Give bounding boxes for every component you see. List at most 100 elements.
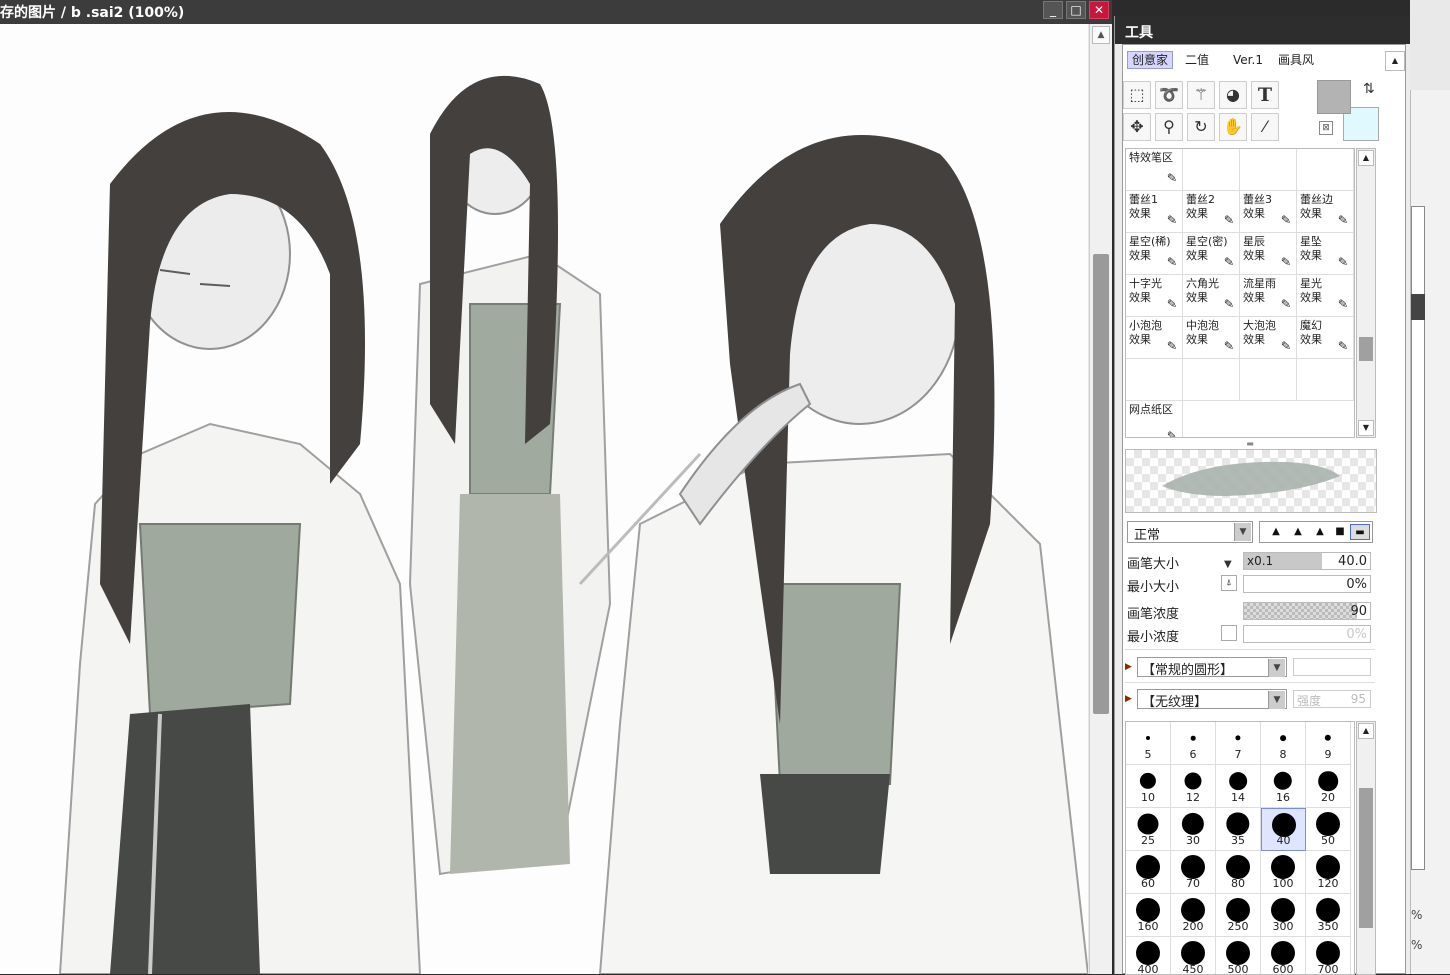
brush-size-option[interactable]: 60 [1126, 851, 1171, 894]
brush-size-option[interactable]: 35 [1216, 808, 1261, 851]
canvas-vertical-scrollbar[interactable]: ▲ [1089, 24, 1112, 974]
shape-tool-icon[interactable]: ◕ [1219, 81, 1247, 109]
scroll-down-icon[interactable]: ▼ [1358, 420, 1374, 436]
brush-grid-scrollbar[interactable]: ▲ ▼ [1356, 148, 1376, 438]
brush-size-option[interactable]: 12 [1171, 765, 1216, 808]
brush-size-option[interactable]: 25 [1126, 808, 1171, 851]
brush-shape-strength[interactable] [1293, 658, 1371, 676]
scroll-up-icon[interactable]: ▲ [1358, 723, 1374, 739]
brush-size-option[interactable]: 10 [1126, 765, 1171, 808]
tab-creative[interactable]: 创意家 [1127, 51, 1173, 69]
brush-size-option[interactable]: 9 [1306, 722, 1351, 765]
brush-item[interactable]: 大泡泡 效果 ✎ [1240, 317, 1297, 359]
expand-shape-icon[interactable]: ▶ [1125, 662, 1132, 672]
tip-shape-sharp-icon[interactable]: ▲ [1266, 524, 1286, 540]
brush-size-option[interactable]: 16 [1261, 765, 1306, 808]
effects-section-cell[interactable]: 特效笔区 ✎ [1126, 149, 1183, 191]
brush-size-option[interactable]: 350 [1306, 894, 1351, 937]
brush-size-option[interactable]: 14 [1216, 765, 1261, 808]
primary-color-swatch[interactable] [1317, 80, 1351, 114]
rotate-tool-icon[interactable]: ↻ [1187, 113, 1215, 141]
brush-item[interactable]: 小泡泡 效果 ✎ [1126, 317, 1183, 359]
close-button[interactable]: ✕ [1089, 1, 1109, 19]
magic-wand-tool-icon[interactable]: ⚚ [1187, 81, 1215, 109]
scroll-up-icon[interactable]: ▲ [1092, 26, 1110, 44]
tip-shape-round-icon[interactable]: ▲ [1288, 524, 1308, 540]
brush-texture-combo[interactable]: 【无纹理】 ▼ [1137, 689, 1287, 710]
brush-item[interactable]: 蕾丝边 效果 ✎ [1297, 191, 1354, 233]
tab-binary[interactable]: 二值 [1177, 51, 1217, 69]
brush-size-scale-dropdown-icon[interactable]: ▼ [1224, 559, 1232, 570]
brush-size-option[interactable]: 30 [1171, 808, 1216, 851]
brush-shape-combo[interactable]: 【常规的圆形】 ▼ [1137, 657, 1287, 678]
brush-size-option[interactable]: 80 [1216, 851, 1261, 894]
brush-size-option[interactable]: 200 [1171, 894, 1216, 937]
brush-size-option[interactable]: 8 [1261, 722, 1306, 765]
brush-size-option[interactable]: 40 [1261, 808, 1306, 851]
panel-splitter[interactable]: ▬ [1125, 440, 1375, 449]
brush-item[interactable]: 六角光 效果 ✎ [1183, 275, 1240, 317]
brush-size-option[interactable]: 70 [1171, 851, 1216, 894]
brush-size-option[interactable]: 50 [1306, 808, 1351, 851]
brush-item[interactable]: 星空(稀) 效果 ✎ [1126, 233, 1183, 275]
tab-ver1[interactable]: Ver.1 [1227, 51, 1269, 69]
brush-size-option[interactable]: 300 [1261, 894, 1306, 937]
scroll-up-icon[interactable]: ▲ [1358, 150, 1374, 166]
brush-size-option[interactable]: 450 [1171, 937, 1216, 974]
swap-colors-icon[interactable]: ⇅ [1363, 81, 1375, 97]
min-density-slider[interactable]: 0% [1243, 625, 1371, 643]
min-size-slider[interactable]: 0% [1243, 575, 1371, 593]
brush-size-slider[interactable]: x0.1 40.0 [1243, 552, 1371, 570]
lasso-tool-icon[interactable]: ➰ [1155, 81, 1183, 109]
brush-item[interactable]: 蕾丝3 效果 ✎ [1240, 191, 1297, 233]
texture-strength[interactable]: 强度 95 [1293, 690, 1371, 708]
min-density-checkbox[interactable] [1221, 625, 1237, 641]
brush-item[interactable]: 蕾丝1 效果 ✎ [1126, 191, 1183, 233]
screentone-section-cell[interactable]: 网点纸区 ✎ [1126, 401, 1183, 437]
hand-tool-icon[interactable]: ✋ [1219, 113, 1247, 141]
drawing-canvas[interactable] [0, 24, 1088, 974]
brush-size-option[interactable]: 700 [1306, 937, 1351, 974]
brush-size-option[interactable]: 5 [1126, 722, 1171, 765]
brush-item[interactable]: 星光 效果 ✎ [1297, 275, 1354, 317]
move-tool-icon[interactable]: ✥ [1123, 113, 1151, 141]
blend-mode-select[interactable]: 正常 ▼ [1127, 521, 1253, 543]
brush-size-option[interactable]: 400 [1126, 937, 1171, 974]
brush-size-option[interactable]: 20 [1306, 765, 1351, 808]
eyedropper-tool-icon[interactable]: ⁄ [1251, 113, 1279, 141]
brush-item[interactable]: 魔幻 效果 ✎ [1297, 317, 1354, 359]
brush-item[interactable]: 蕾丝2 效果 ✎ [1183, 191, 1240, 233]
size-scroll-thumb[interactable] [1359, 788, 1373, 928]
size-grid-scrollbar[interactable]: ▲ [1356, 721, 1376, 975]
tab-drawing-style[interactable]: 画具风 [1273, 51, 1319, 69]
brush-item[interactable]: 星空(密) 效果 ✎ [1183, 233, 1240, 275]
brush-size-option[interactable]: 600 [1261, 937, 1306, 974]
tip-shape-flat-icon[interactable]: ▲ [1310, 524, 1330, 540]
brush-scroll-thumb[interactable] [1359, 337, 1373, 361]
density-slider[interactable]: 90 [1243, 602, 1371, 620]
panel-scroll-up-icon[interactable]: ▲ [1385, 51, 1405, 71]
canvas-scroll-thumb[interactable] [1093, 254, 1109, 714]
expand-texture-icon[interactable]: ▶ [1125, 694, 1132, 704]
brush-item[interactable]: 中泡泡 效果 ✎ [1183, 317, 1240, 359]
rect-select-tool-icon[interactable]: ⬚ [1123, 81, 1151, 109]
brush-item[interactable]: 星辰 效果 ✎ [1240, 233, 1297, 275]
tip-shape-full-icon[interactable]: ▬ [1350, 524, 1370, 540]
brush-size-option[interactable]: 160 [1126, 894, 1171, 937]
brush-size-option[interactable]: 6 [1171, 722, 1216, 765]
reset-colors-icon[interactable]: ⊠ [1319, 121, 1333, 135]
brush-size-option[interactable]: 100 [1261, 851, 1306, 894]
zoom-tool-icon[interactable]: ⚲ [1155, 113, 1183, 141]
tip-shape-square-icon[interactable]: ■ [1330, 524, 1350, 540]
brush-item[interactable]: 星坠 效果 ✎ [1297, 233, 1354, 275]
brush-item[interactable]: 流星雨 效果 ✎ [1240, 275, 1297, 317]
maximize-button[interactable]: □ [1066, 1, 1086, 19]
pressure-size-icon[interactable]: ⍋ [1221, 575, 1237, 591]
brush-size-option[interactable]: 250 [1216, 894, 1261, 937]
text-tool-icon[interactable]: T [1251, 81, 1279, 109]
brush-size-option[interactable]: 120 [1306, 851, 1351, 894]
brush-item[interactable]: 十字光 效果 ✎ [1126, 275, 1183, 317]
brush-size-option[interactable]: 7 [1216, 722, 1261, 765]
minimize-button[interactable]: _ [1043, 1, 1063, 19]
canvas-titlebar[interactable]: 存的图片 / b .sai2 (100%) _ □ ✕ [0, 0, 1112, 24]
